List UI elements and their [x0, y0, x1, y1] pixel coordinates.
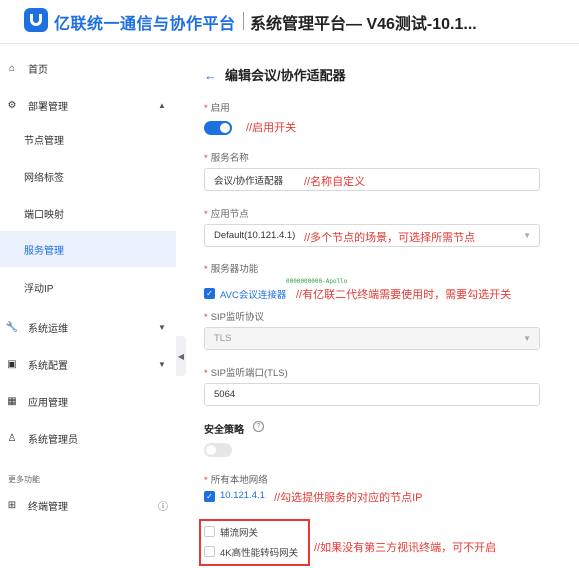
sidebar-item-label: 系统配置	[28, 360, 68, 372]
chevron-down-icon: ▼	[158, 322, 166, 332]
aux-gateway-label: 辅流网关	[220, 528, 259, 539]
home-icon: ⌂	[8, 62, 16, 74]
security-toggle[interactable]	[204, 443, 232, 457]
service-name-label: * 服务名称	[204, 153, 249, 164]
chevron-down-icon: ▼	[523, 334, 531, 343]
more-functions-label: 更多功能	[8, 475, 40, 484]
brand-name: 亿联统一通信与协作平台	[54, 16, 236, 33]
local-network-checkbox[interactable]: ✓	[204, 491, 215, 502]
sidebar-item-sys-config[interactable]: ▣ 系统配置 ▼	[0, 346, 176, 382]
sidebar-item-terminal[interactable]: ⊞ 终端管理 ⓘ	[0, 487, 176, 523]
annotation-local-network: //勾选提供服务的对应的节点IP	[274, 492, 423, 504]
chevron-up-icon: ▲	[158, 100, 166, 110]
sidebar-item-sys-admin[interactable]: ♙ 系统管理员	[0, 420, 176, 456]
enable-label: * 启用	[204, 103, 230, 114]
aux-gateway-checkbox[interactable]	[204, 526, 215, 537]
sip-port-input[interactable]: 5064	[204, 383, 540, 406]
gear-icon: ⚙	[7, 99, 17, 111]
config-icon: ▣	[7, 358, 17, 370]
top-bar: 亿联统一通信与协作平台 系统管理平台— V46测试-10.1...	[0, 0, 579, 44]
sidebar-item-sys-ops[interactable]: 🔧 系统运维 ▼	[0, 309, 176, 345]
avc-checkbox[interactable]: ✓	[204, 288, 215, 299]
wrench-icon: 🔧	[5, 321, 19, 333]
system-title: 系统管理平台— V46测试-10.1...	[250, 16, 477, 33]
chevron-down-icon: ▼	[523, 231, 531, 240]
sidebar-item-label: 网络标签	[24, 172, 64, 184]
info-icon: ⓘ	[158, 501, 168, 513]
sip-protocol-select: TLS ▼	[204, 327, 540, 350]
sidebar-item-app-mgmt[interactable]: ▦ 应用管理	[0, 383, 176, 419]
node-label: * 应用节点	[204, 209, 249, 220]
enable-toggle[interactable]	[204, 121, 232, 135]
sidebar-item-port-mapping[interactable]: 端口映射	[0, 195, 176, 231]
back-arrow-icon[interactable]: ←	[204, 68, 217, 83]
edit-card: ← 编辑会议/协作适配器 * 启用 //启用开关 * 服务名称 会议/协作适配器 //…	[186, 45, 579, 568]
local-network-ip: 10.121.4.1	[220, 490, 265, 501]
hd-transcode-checkbox[interactable]	[204, 546, 215, 557]
avc-label: AVC会议连接器	[220, 290, 287, 301]
sidebar-item-label: 系统运维	[28, 323, 68, 335]
sidebar-item-label: 首页	[28, 64, 48, 76]
main-content: ← 编辑会议/协作适配器 * 启用 //启用开关 * 服务名称 会议/协作适配器 //…	[186, 45, 579, 568]
apps-icon: ⊞	[7, 499, 17, 511]
annotation-enable: //启用开关	[246, 122, 297, 134]
sidebar-item-label: 终端管理	[28, 501, 68, 513]
page-title: ← 编辑会议/协作适配器	[204, 65, 346, 84]
sidebar-item-nodes[interactable]: 节点管理	[0, 121, 176, 157]
apollo-tag: 0000000000-Apollo	[286, 278, 348, 285]
divider	[243, 12, 244, 30]
page-title-text: 编辑会议/协作适配器	[225, 68, 346, 83]
sidebar-item-label: 端口映射	[24, 209, 64, 221]
sidebar-item-services[interactable]: 服务管理	[0, 231, 176, 267]
sidebar-item-label: 应用管理	[28, 397, 68, 409]
chevron-down-icon: ▼	[158, 359, 166, 369]
local-network-label: * 所有本地网络	[204, 475, 268, 486]
sip-protocol-label: * SIP监听协议	[204, 312, 265, 323]
grid-icon: ▦	[7, 395, 17, 407]
sidebar-item-deploy[interactable]: ⚙ 部署管理 ▲	[0, 87, 176, 123]
annotation-node: //多个节点的场景，可选择所需节点	[304, 232, 476, 244]
feature-label: * 服务器功能	[204, 264, 259, 275]
sidebar-item-label: 节点管理	[24, 135, 64, 147]
sidebar-item-network-tags[interactable]: 网络标签	[0, 158, 176, 194]
service-name-input[interactable]: 会议/协作适配器	[204, 168, 540, 191]
annotation-gateway: //如果没有第三方视讯终端，可不开启	[314, 542, 497, 554]
annotation-service-name: //名称自定义	[304, 176, 366, 188]
sidebar-item-label: 部署管理	[28, 101, 68, 113]
logo-icon	[24, 8, 48, 32]
hd-transcode-label: 4K高性能转码网关	[220, 548, 299, 559]
sidebar-item-label: 浮动IP	[24, 283, 54, 295]
sidebar: ⌂ 首页 ⚙ 部署管理 ▲ 节点管理 网络标签 端口映射 服务管理 浮动IP 🔧…	[0, 45, 176, 568]
security-label: 安全策略	[204, 425, 244, 436]
sidebar-item-floating-ip[interactable]: 浮动IP	[0, 269, 176, 305]
annotation-avc: //有亿联二代终端需要使用时，需要勾选开关	[296, 289, 512, 301]
sip-port-label: * SIP监听端口(TLS)	[204, 368, 288, 379]
user-icon: ♙	[7, 432, 17, 444]
sidebar-item-label: 服务管理	[24, 245, 64, 257]
sidebar-collapse-handle[interactable]: ◀	[176, 336, 186, 376]
sidebar-item-home[interactable]: ⌂ 首页	[0, 50, 176, 86]
sidebar-item-label: 系统管理员	[28, 434, 78, 446]
help-icon[interactable]: ?	[253, 421, 264, 432]
